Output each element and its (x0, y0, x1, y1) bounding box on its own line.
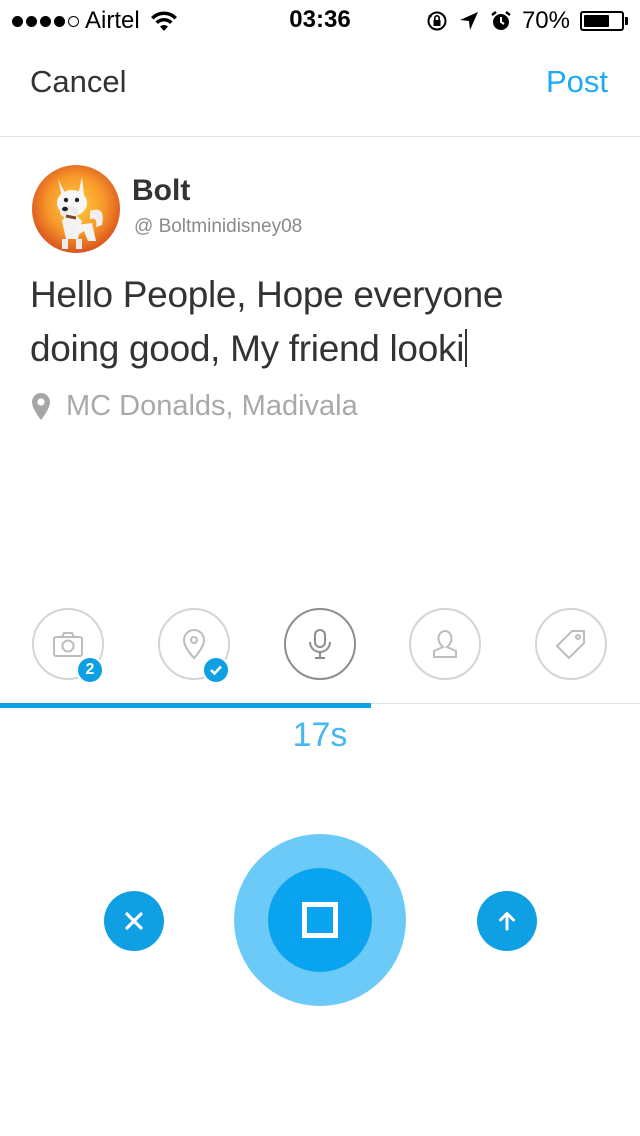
discard-recording-button[interactable] (104, 891, 164, 951)
avatar (32, 165, 120, 253)
record-button-inner (268, 868, 372, 972)
stop-icon (302, 902, 338, 938)
battery-icon (580, 11, 628, 31)
location-text: MC Donalds, Madivala (66, 390, 358, 422)
person-icon (433, 629, 457, 658)
microphone-button[interactable] (284, 608, 356, 680)
location-check-badge (202, 656, 230, 684)
location-pin-icon (32, 392, 50, 420)
camera-icon (53, 632, 83, 657)
arrow-up-icon (499, 912, 515, 931)
recording-timer: 17s (292, 716, 348, 754)
tag-icon (555, 630, 585, 660)
microphone-icon (309, 629, 331, 659)
close-icon (125, 912, 143, 930)
rotation-lock-icon (427, 11, 447, 31)
message-input[interactable]: Hello People, Hope everyone doing good, … (30, 268, 590, 376)
recording-progress-bar (0, 703, 372, 708)
user-handle: @ Boltminidisney08 (134, 216, 303, 237)
battery-percent: 70% (521, 7, 570, 34)
post-button[interactable]: Post (546, 64, 608, 100)
tag-button[interactable] (535, 608, 607, 680)
people-button[interactable] (409, 608, 481, 680)
location-pin-icon (182, 628, 206, 660)
stop-recording-button[interactable] (234, 834, 406, 1006)
alarm-icon (491, 11, 511, 30)
text-caret (465, 329, 468, 367)
location-arrow-icon (459, 12, 478, 30)
checkmark-icon (210, 665, 222, 676)
status-bar: Airtel 03:36 70% (0, 0, 640, 40)
upload-recording-button[interactable] (477, 891, 537, 951)
nav-bar: Cancel Post (0, 40, 640, 137)
cancel-button[interactable]: Cancel (30, 64, 127, 100)
location-tag[interactable]: MC Donalds, Madivala (30, 390, 358, 423)
location-button[interactable] (158, 608, 230, 684)
message-text: Hello People, Hope everyone doing good, … (30, 274, 504, 369)
attachment-toolbar: 2 (0, 608, 640, 684)
status-bar-right: 70% (426, 7, 628, 34)
photo-count-badge: 2 (76, 656, 104, 684)
user-name: Bolt (132, 174, 191, 207)
camera-button[interactable]: 2 (32, 608, 104, 684)
